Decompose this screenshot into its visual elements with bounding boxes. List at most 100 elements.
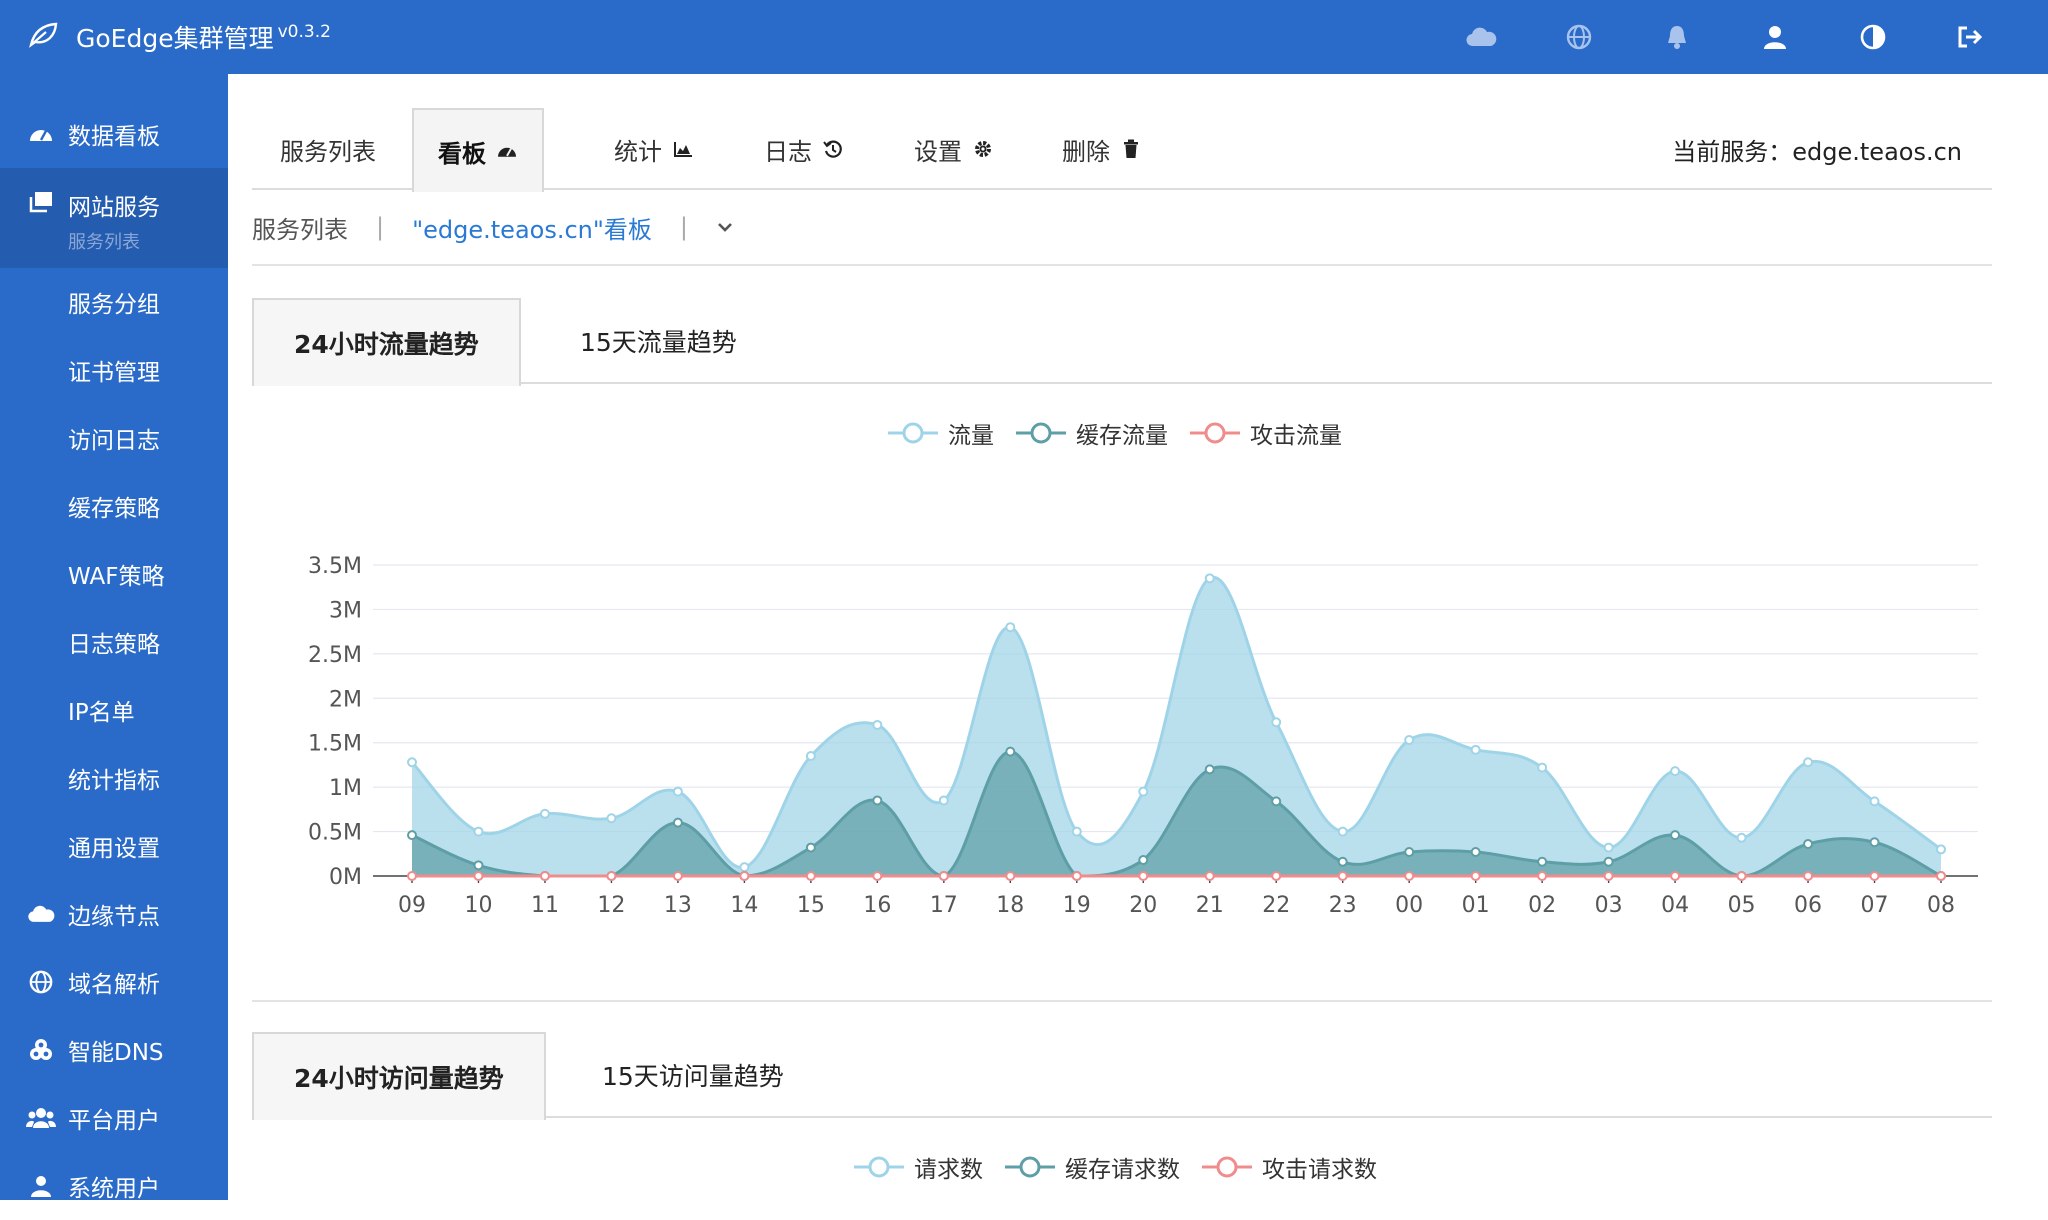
data-point (473, 826, 484, 837)
sidebar-subitem-metrics[interactable]: 统计指标 (0, 744, 228, 812)
data-point (1670, 766, 1681, 777)
legend-label: 攻击流量 (1250, 423, 1342, 449)
data-point (739, 862, 750, 873)
sidebar-subitem-certs[interactable]: 证书管理 (0, 336, 228, 404)
x-tick-label: 17 (930, 893, 958, 918)
x-tick-label: 12 (597, 893, 625, 918)
legend-marker-cache (1016, 422, 1066, 444)
top-bar: GoEdge集群管理 v0.3.2 (0, 0, 2048, 74)
data-point (1670, 871, 1681, 881)
data-point (539, 808, 550, 819)
bell-icon[interactable] (1628, 0, 1726, 74)
cloud-icon[interactable] (1432, 0, 1530, 74)
legend-label: 请求数 (914, 1157, 983, 1183)
sidebar-item-dashboard[interactable]: 数据看板 (0, 100, 228, 168)
main-content: 服务列表 看板 统计 日志 设置 删除 当前服务：edge.teaos.cn 服… (228, 74, 2048, 1200)
data-point (672, 871, 683, 881)
y-tick-label: 3.5M (308, 554, 362, 579)
legend-item-attack[interactable]: 攻击流量 (1190, 416, 1342, 450)
tab-dashboard[interactable]: 看板 (412, 108, 544, 192)
data-point (1537, 762, 1548, 773)
legend-item-attack-requests[interactable]: 攻击请求数 (1202, 1150, 1377, 1184)
x-tick-label: 10 (464, 893, 492, 918)
brand[interactable]: GoEdge集群管理 v0.3.2 (28, 0, 331, 74)
data-point (407, 871, 417, 881)
sidebar-item-smart-dns[interactable]: 智能DNS (0, 1016, 228, 1084)
data-point (1204, 871, 1215, 881)
top-icons (1432, 0, 2020, 74)
data-point (1404, 871, 1415, 881)
tab-settings[interactable]: 设置 (914, 108, 994, 190)
data-point (1337, 856, 1348, 867)
data-point (938, 795, 949, 806)
breadcrumb-current[interactable]: "edge.teaos.cn"看板 (412, 210, 652, 245)
sidebar-subitem-ip-list[interactable]: IP名单 (0, 676, 228, 744)
sidebar-subitem-general-settings[interactable]: 通用设置 (0, 812, 228, 880)
sidebar-subitem-waf-policy[interactable]: WAF策略 (0, 540, 228, 608)
tab-service-list[interactable]: 服务列表 (280, 108, 376, 190)
data-point (1869, 871, 1880, 881)
tab-requests-15d[interactable]: 15天访问量趋势 (560, 1032, 826, 1118)
x-tick-label: 02 (1528, 893, 1556, 918)
data-point (1005, 622, 1016, 633)
sidebar-item-system-users[interactable]: 系统用户 (0, 1152, 228, 1220)
area-chart-icon (672, 138, 694, 160)
legend-item-requests[interactable]: 请求数 (854, 1150, 983, 1184)
tab-stats[interactable]: 统计 (614, 108, 694, 190)
sidebar-subitem-groups[interactable]: 服务分组 (0, 268, 228, 336)
tab-traffic-15d[interactable]: 15天流量趋势 (538, 298, 779, 384)
x-tick-label: 19 (1063, 893, 1091, 918)
globe-icon[interactable] (1530, 0, 1628, 74)
data-point (1470, 871, 1481, 881)
users-icon (26, 1103, 56, 1133)
contrast-icon[interactable] (1824, 0, 1922, 74)
chevron-down-icon[interactable] (716, 221, 734, 233)
tab-logs[interactable]: 日志 (764, 108, 844, 190)
tab-label: 删除 (1062, 137, 1110, 166)
data-point (872, 871, 883, 881)
sidebar-item-website[interactable]: 网站服务 服务列表 (0, 168, 228, 268)
data-point (1138, 855, 1149, 866)
legend-marker-traffic (888, 422, 938, 444)
sidebar-subitem-access-logs[interactable]: 访问日志 (0, 404, 228, 472)
y-tick-label: 0M (329, 865, 362, 890)
data-point (1869, 837, 1880, 848)
tab-delete[interactable]: 删除 (1062, 108, 1142, 190)
x-tick-label: 14 (730, 893, 758, 918)
user-icon[interactable] (1726, 0, 1824, 74)
gear-icon (972, 138, 994, 160)
data-point (1071, 871, 1082, 881)
x-tick-label: 16 (863, 893, 891, 918)
legend-item-cache[interactable]: 缓存流量 (1016, 416, 1168, 450)
sidebar-subitem-cache-policy[interactable]: 缓存策略 (0, 472, 228, 540)
sidebar-item-label: 系统用户 (68, 1176, 160, 1202)
website-icon (26, 187, 56, 217)
legend-item-cache-requests[interactable]: 缓存请求数 (1005, 1150, 1180, 1184)
x-tick-label: 09 (398, 893, 426, 918)
sidebar-item-dns[interactable]: 域名解析 (0, 948, 228, 1016)
tab-requests-24h[interactable]: 24小时访问量趋势 (252, 1032, 546, 1120)
sidebar-subitem-log-policy[interactable]: 日志策略 (0, 608, 228, 676)
legend-item-traffic[interactable]: 流量 (888, 416, 994, 450)
sidebar-item-edge-nodes[interactable]: 边缘节点 (0, 880, 228, 948)
tab-label: 设置 (914, 137, 962, 166)
breadcrumb-service-list[interactable]: 服务列表 (252, 210, 348, 245)
tab-traffic-24h[interactable]: 24小时流量趋势 (252, 298, 521, 386)
x-tick-label: 23 (1329, 893, 1357, 918)
y-tick-label: 1.5M (308, 732, 362, 757)
dashboard-icon (496, 140, 518, 162)
sidebar-item-label: 智能DNS (68, 1040, 164, 1066)
sidebar-item-label: 网站服务 (68, 195, 160, 221)
sidebar-item-label: 域名解析 (68, 972, 160, 998)
section-divider (252, 1000, 1992, 1002)
leaf-logo-icon (28, 22, 58, 52)
logout-icon[interactable] (1922, 0, 2020, 74)
legend-marker-attack-requests (1202, 1156, 1252, 1178)
traffic-legend: 流量 缓存流量 攻击流量 (888, 416, 1342, 450)
sidebar-item-platform-users[interactable]: 平台用户 (0, 1084, 228, 1152)
data-point (938, 871, 949, 881)
x-tick-label: 21 (1196, 893, 1224, 918)
data-point (1204, 764, 1215, 775)
data-point (407, 830, 417, 841)
data-point (1670, 830, 1681, 841)
